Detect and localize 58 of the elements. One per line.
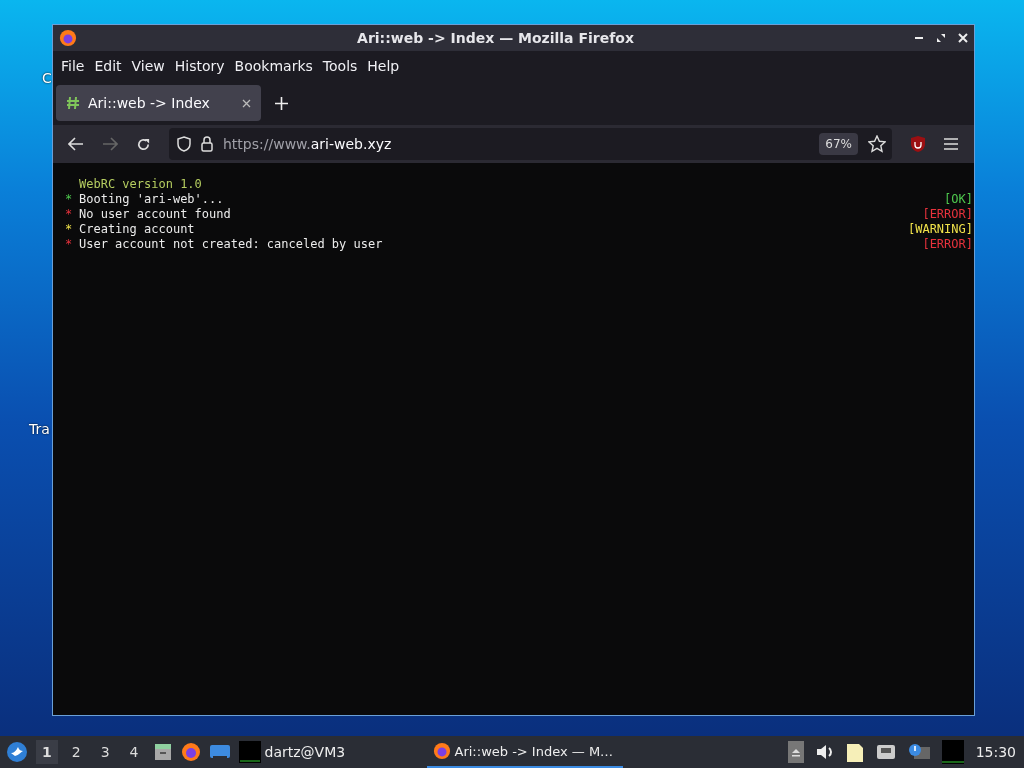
menu-icon[interactable] — [944, 138, 958, 150]
clock[interactable]: 15:30 — [975, 744, 1016, 760]
log-message: No user account found — [79, 207, 232, 222]
eject-icon[interactable] — [787, 741, 804, 763]
status-bullet: * — [65, 237, 74, 252]
maximize-icon[interactable] — [936, 33, 946, 43]
browser-tab[interactable]: Ari::web -> Index — [56, 85, 261, 121]
menu-item[interactable]: Bookmarks — [229, 58, 318, 74]
terminal-header: WebRC version 1.0 — [78, 177, 203, 192]
note-icon[interactable] — [845, 741, 864, 763]
back-icon[interactable] — [68, 137, 84, 151]
window-title: Ari::web -> Index — Mozilla Firefox — [356, 30, 635, 46]
workspace-button[interactable]: 4 — [123, 740, 145, 764]
cpu-graph-icon[interactable] — [941, 740, 964, 764]
workspace-button[interactable]: 3 — [94, 740, 116, 764]
start-menu-icon[interactable] — [6, 741, 28, 763]
status-tag: [ERROR] — [922, 207, 974, 222]
hash-icon — [66, 96, 80, 110]
menu-item[interactable]: File — [56, 58, 90, 74]
shield-icon — [177, 136, 191, 152]
menu-item[interactable]: Tools — [317, 58, 363, 74]
file-cabinet-icon[interactable] — [152, 742, 173, 762]
firefox-icon[interactable] — [180, 742, 201, 762]
status-tag: [ERROR] — [922, 237, 974, 252]
log-message: User account not created: canceled by user — [79, 237, 384, 252]
status-bullet: * — [65, 207, 74, 222]
window-icon[interactable] — [208, 743, 231, 761]
zoom-level[interactable]: 67% — [819, 133, 858, 155]
menu-item[interactable]: View — [126, 58, 170, 74]
menu-item[interactable]: Help — [362, 58, 405, 74]
new-tab-icon[interactable] — [275, 96, 288, 110]
status-tag: [OK] — [944, 192, 974, 207]
notification-icon[interactable] — [907, 743, 930, 761]
status-tag: [WARNING] — [907, 222, 974, 237]
terminal-thumbnail-icon — [238, 741, 261, 763]
forward-icon[interactable] — [102, 137, 118, 151]
status-bullet: * — [65, 192, 74, 207]
reload-icon[interactable] — [136, 136, 151, 152]
lock-icon — [201, 136, 213, 152]
log-message: Booting 'ari-web'... — [79, 192, 225, 207]
close-tab-icon[interactable] — [242, 98, 251, 108]
volume-icon[interactable] — [815, 744, 834, 760]
shield-extension-icon[interactable] — [910, 135, 926, 153]
log-message: Creating account — [79, 222, 196, 237]
close-icon[interactable] — [958, 33, 968, 43]
taskbar-task[interactable]: Ari::web -> Index — M… — [426, 736, 623, 768]
star-icon[interactable] — [868, 135, 886, 153]
status-bullet: * — [65, 222, 74, 237]
workspace-button[interactable]: 1 — [36, 740, 58, 764]
menu-item[interactable]: Edit — [89, 58, 127, 74]
firefox-icon — [59, 29, 77, 47]
taskbar-task[interactable]: dartz@VM3 — [238, 741, 419, 763]
firefox-icon — [432, 742, 451, 760]
menu-item[interactable]: History — [169, 58, 230, 74]
workspace-button[interactable]: 2 — [65, 740, 87, 764]
address-field[interactable]: https://www.ari-web.xyz 67% — [169, 128, 892, 160]
desktop-icon-label[interactable]: Tra — [29, 421, 50, 437]
network-icon[interactable] — [875, 744, 896, 760]
